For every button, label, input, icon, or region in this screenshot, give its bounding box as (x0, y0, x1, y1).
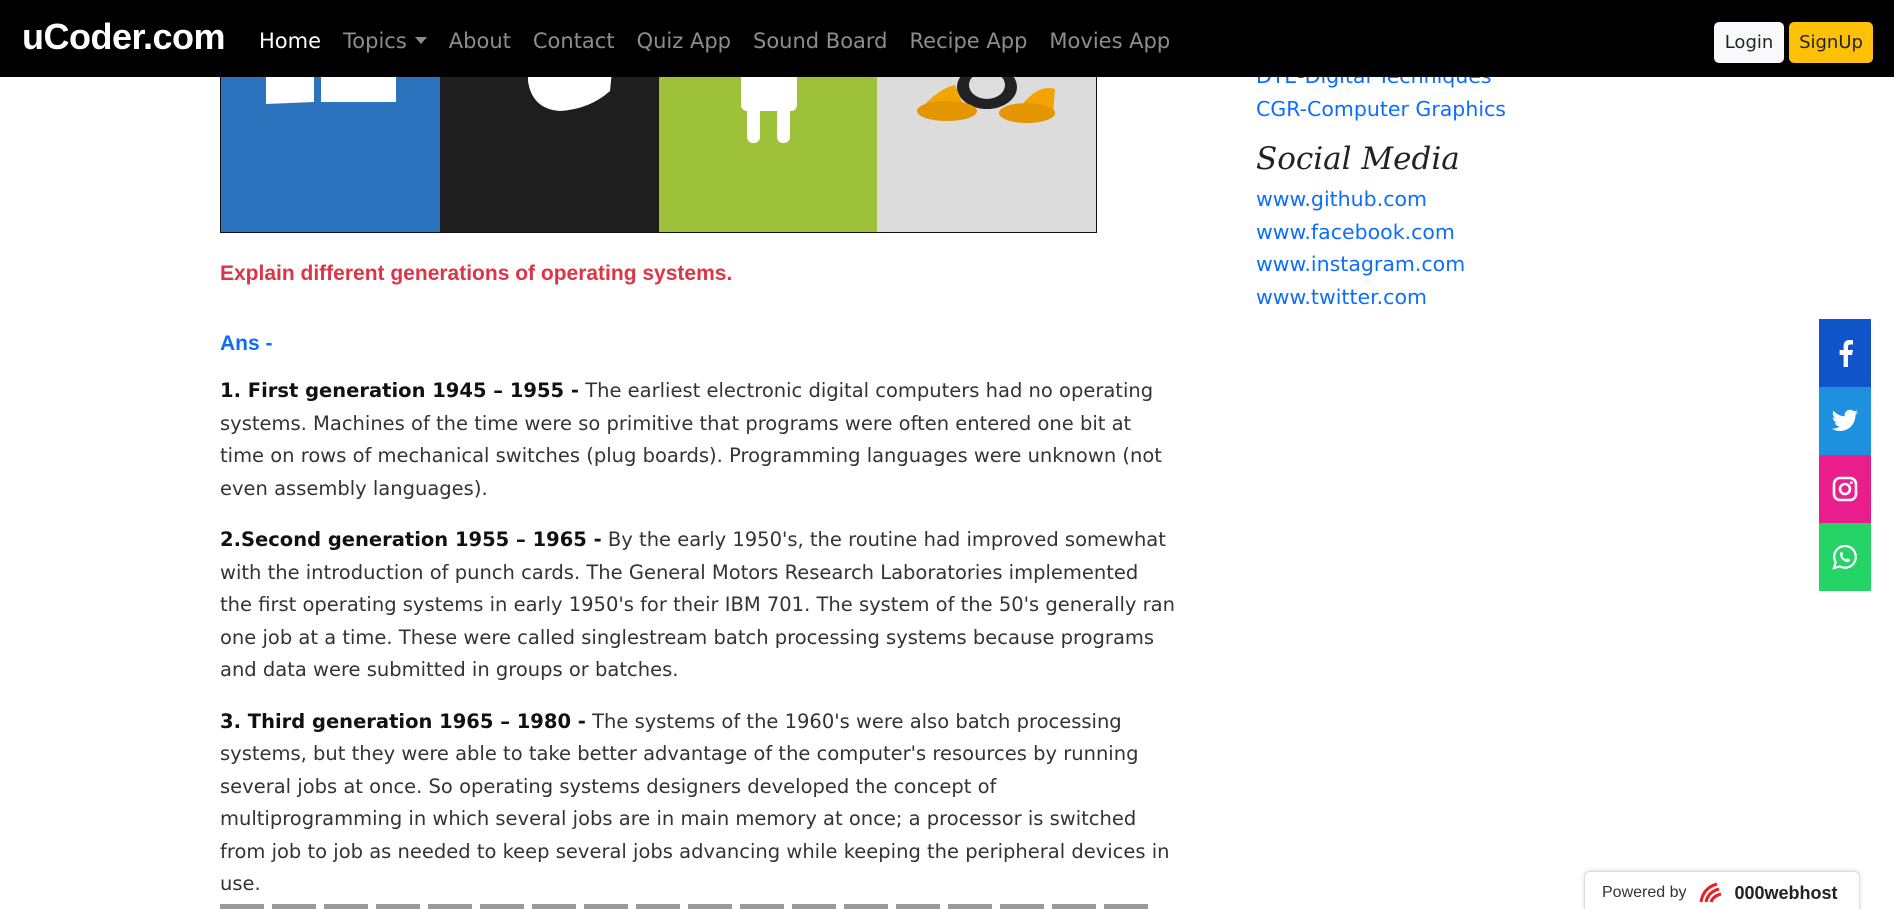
paragraph-heading: 2.Second generation 1955 – 1965 - (220, 528, 602, 551)
share-instagram-button[interactable] (1819, 455, 1871, 523)
signup-button[interactable]: SignUp (1789, 22, 1873, 63)
instagram-icon (1832, 476, 1858, 502)
nav-topics-dropdown[interactable]: Topics (343, 29, 427, 53)
social-link-twitter[interactable]: www.twitter.com (1256, 281, 1656, 314)
paragraph-heading: 1. First generation 1945 – 1955 - (220, 379, 579, 402)
paragraph-third-generation: 3. Third generation 1965 – 1980 - The sy… (220, 706, 1175, 901)
login-button[interactable]: Login (1714, 22, 1784, 63)
sidebar: DTE-Digital Techniques CGR-Computer Grap… (1256, 60, 1656, 313)
share-facebook-button[interactable] (1819, 319, 1871, 387)
paragraph-second-generation: 2.Second generation 1955 – 1965 - By the… (220, 524, 1175, 687)
share-whatsapp-button[interactable] (1819, 523, 1871, 591)
twitter-icon (1831, 409, 1858, 431)
nav-home[interactable]: Home (259, 29, 321, 53)
nav-contact[interactable]: Contact (533, 29, 615, 53)
powered-by-badge[interactable]: Powered by 000webhost (1584, 871, 1860, 909)
social-link-instagram[interactable]: www.instagram.com (1256, 248, 1656, 281)
partially-visible-text-line (220, 896, 1150, 909)
chevron-down-icon (414, 37, 427, 44)
brand-logo[interactable]: uCoder.com (22, 16, 226, 58)
social-link-github[interactable]: www.github.com (1256, 183, 1656, 216)
nav-links: Home Topics About Contact Quiz App Sound… (259, 29, 1192, 53)
nav-quiz-app[interactable]: Quiz App (637, 29, 731, 53)
article-content: Explain different generations of operati… (220, 262, 1175, 901)
top-navbar: uCoder.com Home Topics About Contact Qui… (0, 0, 1894, 77)
nav-about[interactable]: About (449, 29, 511, 53)
nav-recipe-app[interactable]: Recipe App (910, 29, 1028, 53)
social-media-heading: Social Media (1256, 141, 1460, 177)
answer-label: Ans - (220, 332, 273, 355)
question-heading: Explain different generations of operati… (220, 262, 733, 285)
webhost-brand: 000webhost (1734, 882, 1838, 903)
whatsapp-icon (1832, 544, 1857, 570)
nav-sound-board[interactable]: Sound Board (753, 29, 888, 53)
nav-movies-app[interactable]: Movies App (1049, 29, 1170, 53)
social-share-bar (1819, 319, 1871, 591)
facebook-icon (1839, 340, 1853, 367)
powered-by-label: Powered by (1602, 884, 1687, 901)
paragraph-heading: 3. Third generation 1965 – 1980 - (220, 709, 586, 733)
webhost-logo-icon (1699, 882, 1721, 903)
sidebar-link-cgr[interactable]: CGR-Computer Graphics (1256, 93, 1656, 126)
share-twitter-button[interactable] (1819, 387, 1871, 455)
social-link-facebook[interactable]: www.facebook.com (1256, 216, 1656, 249)
paragraph-text: The systems of the 1960's were also batc… (220, 709, 1170, 896)
nav-topics-label: Topics (343, 29, 407, 53)
paragraph-first-generation: 1. First generation 1945 – 1955 - The ea… (220, 375, 1175, 505)
